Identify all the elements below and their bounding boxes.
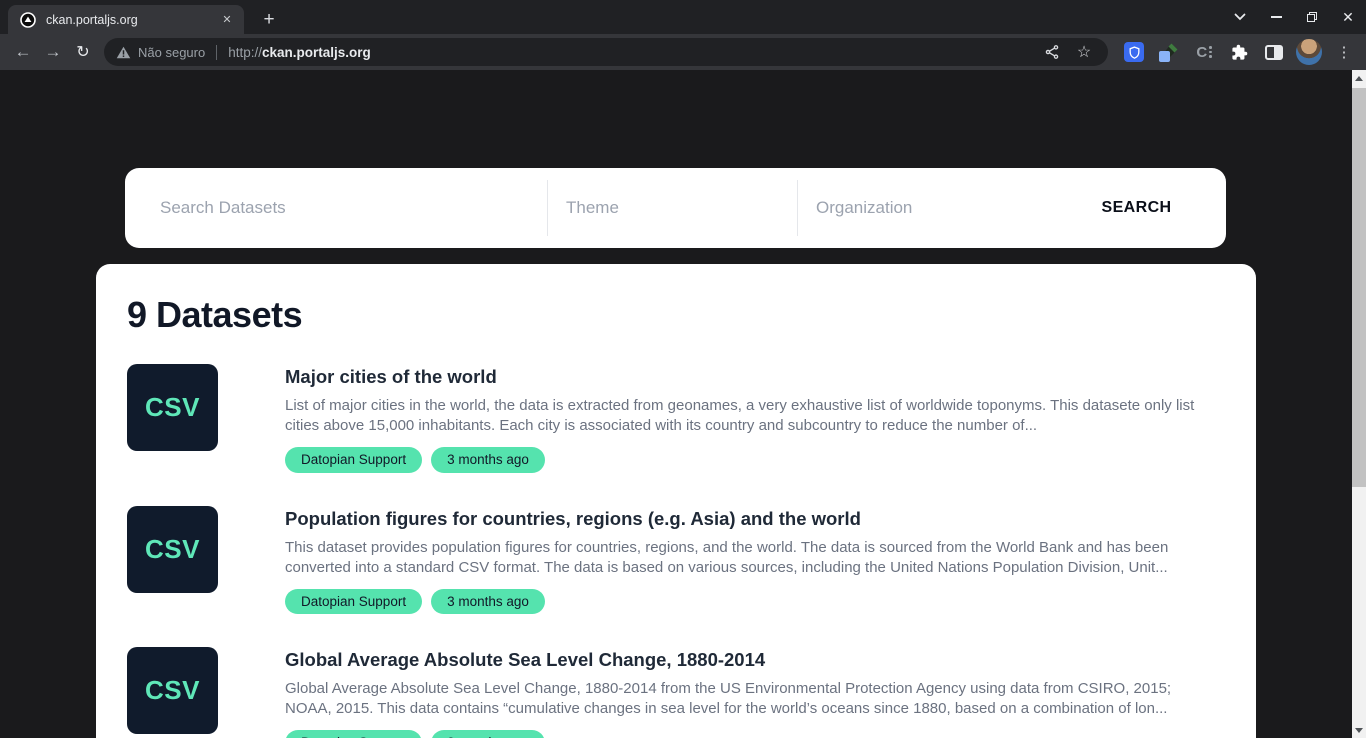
datasets-card: 9 Datasets CSV Major cities of the world… — [96, 264, 1256, 738]
bitwarden-extension-icon[interactable] — [1120, 38, 1148, 66]
back-button[interactable]: ← — [8, 37, 38, 67]
eyedropper-extension-icon[interactable] — [1155, 38, 1183, 66]
search-datasets-input[interactable] — [160, 198, 527, 218]
browser-titlebar: ckan.portaljs.org ✕ + ✕ — [0, 0, 1366, 34]
url-scheme: http:// — [228, 45, 262, 60]
scroll-up-icon[interactable] — [1352, 70, 1366, 86]
tab-title: ckan.portaljs.org — [46, 13, 218, 27]
reload-button[interactable]: ↻ — [68, 37, 98, 67]
security-label: Não seguro — [138, 45, 205, 60]
search-button[interactable]: SEARCH — [1102, 199, 1172, 217]
omnibox-divider — [216, 45, 217, 60]
tab-search-chevron-icon[interactable] — [1222, 0, 1258, 34]
browser-tab[interactable]: ckan.portaljs.org ✕ — [8, 5, 244, 34]
profile-avatar[interactable] — [1295, 38, 1323, 66]
age-badge: 3 months ago — [431, 447, 545, 473]
dataset-description: List of major cities in the world, the d… — [285, 396, 1221, 436]
organization-input[interactable] — [816, 198, 1029, 218]
org-badge: Datopian Support — [285, 447, 422, 473]
window-controls: ✕ — [1222, 0, 1366, 34]
page-scrollbar[interactable] — [1352, 70, 1366, 738]
dataset-description: This dataset provides population figures… — [285, 538, 1221, 578]
scrollbar-thumb[interactable] — [1352, 88, 1366, 487]
org-badge: Datopian Support — [285, 730, 422, 738]
age-badge: 3 months ago — [431, 589, 545, 615]
csv-format-icon[interactable]: CSV — [127, 364, 218, 451]
search-panel: SEARCH — [125, 168, 1226, 248]
dataset-description: Global Average Absolute Sea Level Change… — [285, 679, 1221, 719]
not-secure-warning-icon[interactable] — [116, 46, 131, 59]
forward-button[interactable]: → — [38, 37, 68, 67]
scroll-down-icon[interactable] — [1352, 722, 1366, 738]
share-icon[interactable] — [1040, 40, 1064, 64]
colorpick-extension-icon[interactable]: C — [1190, 38, 1218, 66]
new-tab-button[interactable]: + — [256, 7, 282, 33]
minimize-button[interactable] — [1258, 0, 1294, 34]
url-host: ckan.portaljs.org — [262, 45, 371, 60]
dataset-title-link[interactable]: Major cities of the world — [285, 366, 1221, 388]
csv-format-icon[interactable]: CSV — [127, 506, 218, 593]
dataset-item: CSV Global Average Absolute Sea Level Ch… — [127, 647, 1225, 738]
page-content: SEARCH 9 Datasets CSV Major cities of th… — [0, 70, 1366, 738]
dataset-title-link[interactable]: Population figures for countries, region… — [285, 508, 1221, 530]
address-bar[interactable]: Não seguro http:// ckan.portaljs.org ☆ — [104, 38, 1108, 66]
dataset-title-link[interactable]: Global Average Absolute Sea Level Change… — [285, 649, 1221, 671]
dataset-item: CSV Major cities of the world List of ma… — [127, 364, 1225, 473]
datasets-count-heading: 9 Datasets — [127, 294, 1225, 336]
extensions-bar: C ⋮ — [1120, 38, 1358, 66]
theme-input[interactable] — [566, 198, 779, 218]
restore-button[interactable] — [1294, 0, 1330, 34]
extensions-puzzle-icon[interactable] — [1225, 38, 1253, 66]
csv-format-icon[interactable]: CSV — [127, 647, 218, 734]
tab-close-icon[interactable]: ✕ — [218, 11, 236, 29]
browser-window: ckan.portaljs.org ✕ + ✕ ← → ↻ — [0, 0, 1366, 738]
browser-toolbar: ← → ↻ Não seguro http:// ckan.portaljs.o… — [0, 34, 1366, 70]
dataset-item: CSV Population figures for countries, re… — [127, 506, 1225, 615]
side-panel-icon[interactable] — [1260, 38, 1288, 66]
bookmark-star-icon[interactable]: ☆ — [1072, 40, 1096, 64]
browser-menu-icon[interactable]: ⋮ — [1330, 38, 1358, 66]
close-window-button[interactable]: ✕ — [1330, 0, 1366, 34]
age-badge: 3 months ago — [431, 730, 545, 738]
site-favicon-icon — [20, 12, 36, 28]
org-badge: Datopian Support — [285, 589, 422, 615]
